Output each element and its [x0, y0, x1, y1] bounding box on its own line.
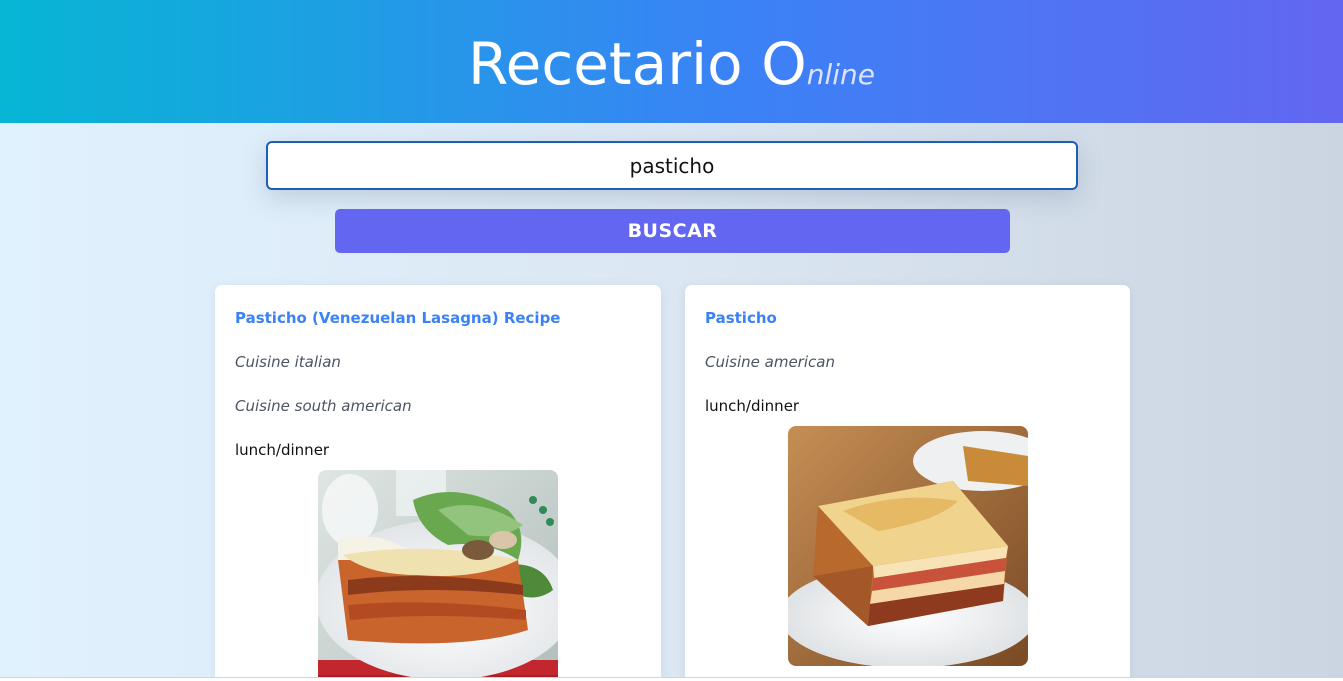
lasagna-plate-salad-photo [318, 470, 558, 681]
recipe-cuisine: Cuisine south american [235, 397, 412, 415]
recipe-image [318, 470, 558, 681]
recipe-meal-type: lunch/dinner [235, 441, 330, 459]
recipe-meal-type: lunch/dinner [705, 397, 800, 415]
lasagna-slice-plate-photo [787, 426, 1028, 666]
search-container [266, 141, 1078, 190]
recipe-image [787, 426, 1028, 666]
recipe-title-link[interactable]: Pasticho [705, 307, 1110, 329]
app-title-main: Recetario O [467, 29, 807, 98]
app-header: Recetario Online [0, 0, 1343, 123]
recipe-cuisine: Cuisine american [705, 353, 835, 371]
app-title-suffix: nline [806, 57, 876, 91]
recipe-title-link[interactable]: Pasticho (Venezuelan Lasagna) Recipe [235, 307, 641, 329]
recipe-card: Pasticho Cuisine american lunch/dinner [685, 285, 1130, 681]
horizontal-scrollbar[interactable] [0, 677, 1343, 681]
search-button[interactable]: BUSCAR [335, 209, 1010, 253]
search-input[interactable] [266, 141, 1078, 190]
app-title: Recetario Online [468, 30, 875, 98]
recipe-card: Pasticho (Venezuelan Lasagna) Recipe Cui… [215, 285, 661, 681]
recipe-cuisine: Cuisine italian [235, 353, 341, 371]
